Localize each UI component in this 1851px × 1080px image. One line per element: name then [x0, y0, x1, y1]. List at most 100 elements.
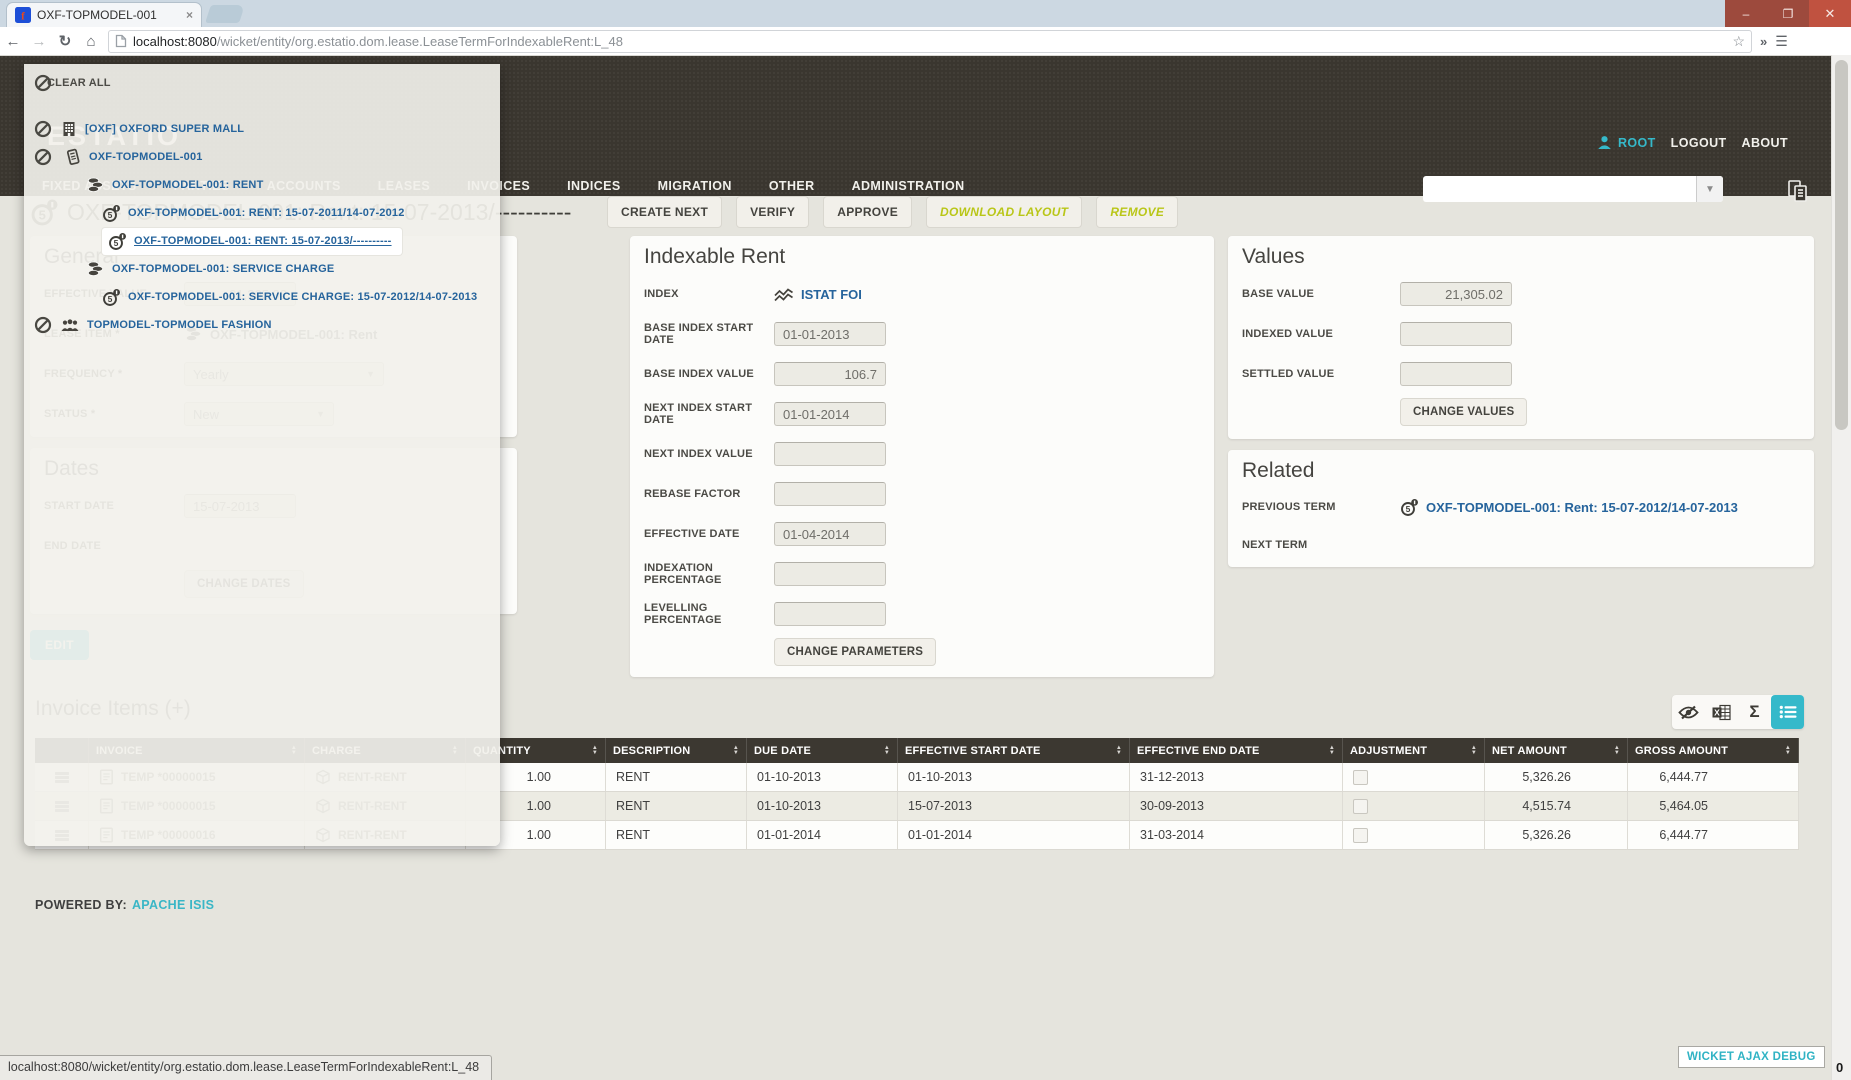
maximize-button[interactable]: ❐ [1767, 0, 1809, 27]
field-row: EFFECTIVE DATE01-04-2014 [644, 514, 1214, 554]
search-input[interactable] [1423, 176, 1696, 202]
indexed-value-field[interactable] [1400, 322, 1512, 346]
hide-icon[interactable] [1672, 695, 1705, 729]
column-header-net[interactable]: NET AMOUNT▲▼ [1485, 738, 1628, 763]
reload-icon[interactable]: ↻ [52, 32, 78, 50]
index-link[interactable]: ISTAT FOI [801, 287, 862, 302]
field-row: NEXT INDEX START DATE01-01-2014 [644, 394, 1214, 434]
cell-gross: 6,444.77 [1628, 821, 1799, 849]
rebase-factor-field[interactable] [774, 482, 886, 506]
sort-icon[interactable]: ▲▼ [733, 746, 739, 756]
wicket-ajax-debug-button[interactable]: WICKET AJAX DEBUG [1678, 1046, 1825, 1068]
recent-item[interactable]: OXF-TOPMODEL-001: SERVICE CHARGE [24, 255, 500, 283]
base-index-value-field[interactable]: 106.7 [774, 362, 886, 386]
new-tab-button[interactable] [205, 5, 245, 23]
create-next-button[interactable]: CREATE NEXT [607, 196, 722, 228]
recent-item-label: [OXF] OXFORD SUPER MALL [85, 123, 244, 135]
tab-close-icon[interactable]: × [186, 8, 193, 22]
ban-icon[interactable] [34, 148, 52, 166]
user-name[interactable]: ROOT [1618, 136, 1656, 150]
sigma-icon[interactable]: Σ [1738, 695, 1771, 729]
svg-text:f: f [21, 11, 25, 23]
change-parameters-button[interactable]: CHANGE PARAMETERS [774, 638, 936, 666]
menu-item-migration[interactable]: MIGRATION [658, 179, 732, 193]
menu-item-indices[interactable]: INDICES [567, 179, 621, 193]
minimize-button[interactable]: – [1725, 0, 1767, 27]
next-index-start-date-field[interactable]: 01-01-2014 [774, 402, 886, 426]
sort-icon[interactable]: ▲▼ [884, 746, 890, 756]
sort-icon[interactable]: ▲▼ [1614, 746, 1620, 756]
column-header-due[interactable]: DUE DATE▲▼ [747, 738, 898, 763]
recent-item[interactable]: OXF-TOPMODEL-001 [24, 143, 500, 171]
browser-tab[interactable]: f OXF-TOPMODEL-001 × [6, 2, 202, 27]
browser-menu-icon[interactable]: ☰ [1775, 33, 1788, 50]
sort-icon[interactable]: ▲▼ [1471, 746, 1477, 756]
sort-icon[interactable]: ▲▼ [1329, 746, 1335, 756]
column-header-end[interactable]: EFFECTIVE END DATE▲▼ [1130, 738, 1343, 763]
recent-item[interactable]: 5OXF-TOPMODEL-001: RENT: 15-07-2013/----… [24, 227, 500, 255]
home-icon[interactable]: ⌂ [78, 33, 104, 50]
column-label: DESCRIPTION [613, 745, 690, 757]
copy-pages-icon[interactable] [1786, 178, 1810, 204]
bookmark-star-icon[interactable]: ☆ [1732, 33, 1745, 50]
url-field[interactable]: localhost:8080 /wicket/entity/org.estati… [108, 30, 1752, 53]
footer: POWERED BY:APACHE ISIS [35, 898, 214, 912]
menu-item-administration[interactable]: ADMINISTRATION [852, 179, 965, 193]
forward-icon[interactable]: → [26, 33, 52, 50]
sort-icon[interactable]: ▲▼ [1116, 746, 1122, 756]
adjustment-checkbox[interactable] [1353, 770, 1368, 785]
column-header-adjustment[interactable]: ADJUSTMENT▲▼ [1343, 738, 1485, 763]
download-layout-button[interactable]: DOWNLOAD LAYOUT [926, 196, 1082, 228]
related-panel: Related PREVIOUS TERM5OXF-TOPMODEL-001: … [1228, 450, 1814, 567]
indexation-percentage-field[interactable] [774, 562, 886, 586]
adjustment-checkbox[interactable] [1353, 828, 1368, 843]
recent-item[interactable]: OXF-TOPMODEL-001: RENT [24, 171, 500, 199]
apache-isis-link[interactable]: APACHE ISIS [132, 898, 214, 912]
previous-term-link[interactable]: OXF-TOPMODEL-001: Rent: 15-07-2012/14-07… [1426, 500, 1738, 515]
verify-button[interactable]: VERIFY [736, 196, 809, 228]
scrollbar-thumb[interactable] [1835, 60, 1848, 430]
adjustment-checkbox[interactable] [1353, 799, 1368, 814]
excel-icon[interactable]: X [1705, 695, 1738, 729]
menu-item-other[interactable]: OTHER [769, 179, 815, 193]
logout-link[interactable]: LOGOUT [1671, 136, 1727, 150]
recent-item[interactable]: 5OXF-TOPMODEL-001: SERVICE CHARGE: 15-07… [24, 283, 500, 311]
cell-gross: 5,464.05 [1628, 792, 1799, 820]
levelling-percentage-field[interactable] [774, 602, 886, 626]
cell-end: 30-09-2013 [1130, 792, 1343, 820]
clear-all-item[interactable]: CLEAR ALL [24, 70, 500, 96]
base-value-field[interactable]: 21,305.02 [1400, 282, 1512, 306]
column-header-start[interactable]: EFFECTIVE START DATE▲▼ [898, 738, 1130, 763]
field-row: INDEXISTAT FOI [644, 274, 1214, 314]
search-dropdown-button[interactable]: ▼ [1696, 176, 1723, 202]
recent-item[interactable]: TOPMODEL-TOPMODEL FASHION [24, 311, 500, 339]
browser-addressbar: ← → ↻ ⌂ localhost:8080 /wicket/entity/or… [0, 27, 1851, 56]
ban-icon[interactable] [34, 316, 52, 334]
list-icon[interactable] [1771, 695, 1804, 729]
recent-item-content: 5OXF-TOPMODEL-001: SERVICE CHARGE: 15-07… [102, 288, 477, 307]
recent-item[interactable]: 5OXF-TOPMODEL-001: RENT: 15-07-2011/14-0… [24, 199, 500, 227]
column-header-gross[interactable]: GROSS AMOUNT▲▼ [1628, 738, 1799, 763]
settled-value-field[interactable] [1400, 362, 1512, 386]
column-header-description[interactable]: DESCRIPTION ▲▼ [606, 738, 747, 763]
ban-icon[interactable] [34, 120, 52, 138]
change-values-button[interactable]: CHANGE VALUES [1400, 398, 1527, 426]
extensions-overflow-icon[interactable]: » [1760, 34, 1767, 49]
about-link[interactable]: ABOUT [1742, 136, 1788, 150]
approve-button[interactable]: APPROVE [823, 196, 912, 228]
effective-date-field[interactable]: 01-04-2014 [774, 522, 886, 546]
recent-item[interactable]: [OXF] OXFORD SUPER MALL [24, 115, 500, 143]
cell-net: 5,326.26 [1485, 763, 1628, 791]
sort-icon[interactable]: ▲▼ [592, 746, 598, 756]
sort-icon[interactable]: ▲▼ [1785, 746, 1791, 756]
url-host: localhost:8080 [133, 34, 217, 49]
scrollbar[interactable] [1831, 55, 1851, 1080]
next-index-value-field[interactable] [774, 442, 886, 466]
term-icon: 5 [102, 288, 121, 307]
remove-button[interactable]: REMOVE [1096, 196, 1178, 228]
button-row: CHANGE VALUES [1400, 394, 1814, 426]
close-button[interactable]: ✕ [1809, 0, 1851, 27]
people-icon [60, 318, 80, 333]
base-index-start-date-field[interactable]: 01-01-2013 [774, 322, 886, 346]
back-icon[interactable]: ← [0, 33, 26, 50]
